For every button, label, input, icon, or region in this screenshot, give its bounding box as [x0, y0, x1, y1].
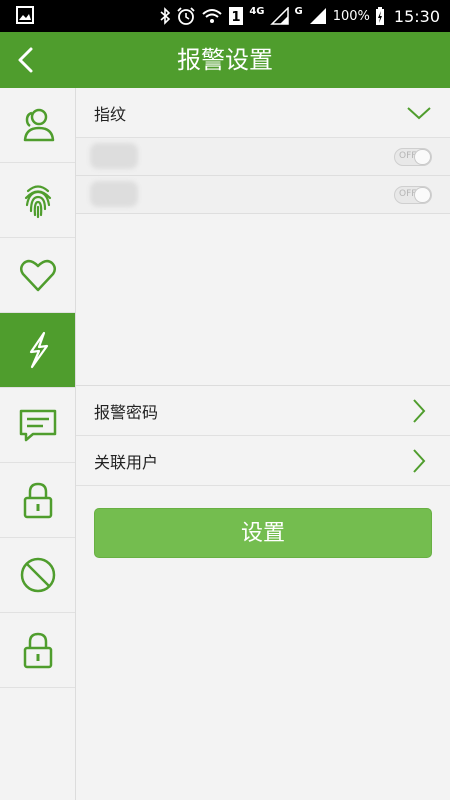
sidebar-item-lock[interactable] [0, 463, 75, 538]
sidebar-item-heart[interactable] [0, 238, 75, 313]
sidebar-item-alarm[interactable] [0, 313, 75, 388]
sidebar-item-fingerprint[interactable] [0, 163, 75, 238]
title-bar: 报警设置 [0, 32, 450, 88]
battery-charging-icon [375, 7, 384, 25]
sidebar-item-contacts[interactable] [0, 88, 75, 163]
chevron-right-icon [413, 398, 426, 423]
fingerprint-icon [24, 185, 51, 219]
chevron-right-icon [413, 448, 426, 473]
sidebar-item-lock-2[interactable] [0, 613, 75, 688]
sim-icon: 1 [229, 7, 244, 25]
list-spacer [76, 214, 450, 386]
alarm-password-label: 报警密码 [94, 402, 159, 422]
lightning-icon [29, 331, 48, 369]
main-content: 指纹 OFF OFF 报警密码 关联用户 设置 [76, 88, 450, 800]
lock-icon [23, 632, 52, 669]
entry-toggle[interactable]: OFF [394, 148, 432, 166]
alarm-icon [177, 7, 195, 25]
page-title: 报警设置 [177, 46, 273, 74]
chevron-down-icon[interactable] [406, 100, 432, 126]
toggle-knob [414, 187, 431, 203]
sidebar-item-forbidden[interactable] [0, 538, 75, 613]
forbidden-icon [20, 557, 55, 593]
fingerprint-entry: OFF [76, 176, 450, 214]
gallery-icon [16, 6, 34, 24]
section-label: 指纹 [94, 104, 127, 124]
fingerprint-section-header[interactable]: 指纹 [76, 88, 450, 138]
network-type-2: G [294, 5, 303, 17]
lock-icon [23, 482, 52, 519]
status-bar: 1 4G G 100% 15:30 [0, 0, 450, 32]
bluetooth-icon [160, 7, 171, 25]
message-icon [19, 409, 56, 442]
wifi-icon [202, 9, 222, 23]
set-button[interactable]: 设置 [94, 508, 432, 558]
linked-user-label: 关联用户 [94, 452, 159, 472]
sidebar-item-message[interactable] [0, 388, 75, 463]
heart-icon [19, 259, 56, 292]
alarm-password-row[interactable]: 报警密码 [76, 386, 450, 436]
svg-text:1: 1 [232, 10, 241, 25]
blurred-entry-name [90, 181, 138, 207]
contacts-icon [23, 108, 54, 142]
entry-toggle[interactable]: OFF [394, 186, 432, 204]
signal-icon [309, 8, 326, 24]
blurred-entry-name [90, 143, 138, 169]
network-type-1: 4G [249, 5, 265, 17]
signal-icon [269, 7, 289, 25]
sidebar [0, 88, 76, 800]
fingerprint-entry: OFF [76, 138, 450, 176]
battery-percent: 100% [332, 8, 370, 24]
toggle-knob [414, 149, 431, 165]
linked-user-row[interactable]: 关联用户 [76, 436, 450, 486]
clock: 15:30 [393, 6, 440, 26]
